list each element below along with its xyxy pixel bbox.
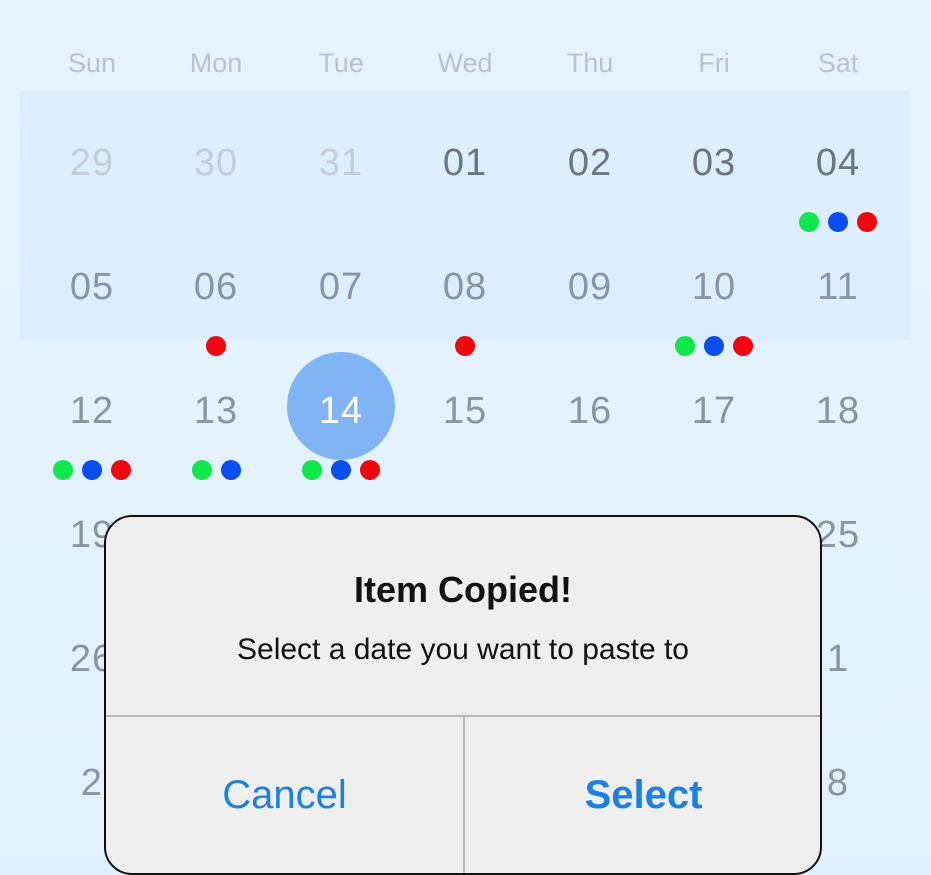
event-dot-blue [331, 460, 351, 480]
day-number: 06 [193, 266, 239, 308]
day-number: 29 [69, 142, 115, 184]
weekday-mon: Mon [189, 48, 243, 78]
day-number: 03 [691, 142, 737, 184]
weekday-header: Sun Mon Tue Wed Thu Fri Sat [0, 48, 931, 92]
day-cell[interactable]: 16 [528, 376, 652, 500]
day-number: 08 [442, 266, 488, 308]
cancel-button-label: Cancel [222, 773, 347, 817]
day-number: 02 [567, 142, 613, 184]
day-cell[interactable]: 15 [403, 376, 527, 500]
event-dot-green [675, 336, 695, 356]
day-number: 30 [193, 142, 239, 184]
weekday-wed: Wed [437, 48, 493, 78]
event-dot-red [455, 336, 475, 356]
event-dots [154, 460, 278, 482]
day-number: 18 [815, 390, 861, 432]
day-cell[interactable]: 09 [528, 252, 652, 376]
day-number: 04 [815, 142, 861, 184]
day-number: 07 [318, 266, 364, 308]
weekday-sat: Sat [817, 48, 859, 78]
day-cell[interactable]: 06 [154, 252, 278, 376]
weekday-fri: Fri [698, 48, 730, 78]
select-button[interactable]: Select [465, 717, 820, 873]
day-number: 13 [193, 390, 239, 432]
day-number: 10 [691, 266, 737, 308]
event-dot-blue [704, 336, 724, 356]
day-cell[interactable]: 31 [279, 128, 403, 252]
day-cell[interactable]: 02 [528, 128, 652, 252]
event-dots [403, 336, 527, 358]
day-number: 15 [442, 390, 488, 432]
day-cell[interactable]: 14 [279, 352, 403, 500]
weekday-sun: Sun [67, 48, 117, 78]
day-number: 12 [69, 390, 115, 432]
day-number: 16 [567, 390, 613, 432]
cancel-button[interactable]: Cancel [106, 717, 463, 873]
day-cell[interactable]: 13 [154, 376, 278, 500]
event-dot-blue [220, 460, 241, 480]
event-dot-blue [82, 460, 102, 480]
event-dots [776, 212, 900, 234]
day-number: 11 [817, 266, 859, 308]
day-cell[interactable]: 17 [652, 376, 776, 500]
day-cell[interactable]: 12 [30, 376, 154, 500]
event-dot-red [206, 336, 226, 356]
event-dot-green [302, 460, 322, 480]
day-cell[interactable]: 08 [403, 252, 527, 376]
day-cell[interactable]: 03 [652, 128, 776, 252]
day-number: 14 [318, 390, 364, 432]
event-dots [652, 336, 776, 358]
select-button-label: Select [584, 773, 703, 817]
event-dots [154, 336, 278, 358]
event-dot-green [53, 460, 73, 480]
calendar-week-row: 29 30 31 01 02 03 04 [0, 128, 931, 252]
calendar-week-row: 05 06 07 08 09 10 11 [0, 252, 931, 376]
day-number: 09 [567, 266, 613, 308]
day-cell[interactable]: 10 [652, 252, 776, 376]
event-dot-red [733, 336, 753, 356]
day-cell[interactable]: 04 [776, 128, 900, 252]
event-dot-green [799, 212, 819, 232]
calendar-week-row: 12 13 14 15 16 17 18 [0, 352, 931, 500]
event-dot-red [857, 212, 877, 232]
day-cell[interactable]: 29 [30, 128, 154, 252]
day-cell[interactable]: 01 [403, 128, 527, 252]
weekday-thu: Thu [566, 48, 614, 78]
day-number: 17 [691, 390, 737, 432]
day-cell[interactable]: 05 [30, 252, 154, 376]
event-dot-red [111, 460, 131, 480]
dialog-message: Select a date you want to paste to [237, 633, 689, 666]
day-number: 05 [69, 266, 115, 308]
day-number: 01 [442, 142, 488, 184]
day-cell[interactable]: 18 [776, 376, 900, 500]
event-dots [30, 460, 154, 482]
event-dot-blue [828, 212, 848, 232]
event-dot-green [191, 460, 212, 480]
dialog-title: Item Copied! [353, 569, 572, 610]
day-cell[interactable]: 11 [776, 252, 900, 376]
event-dot-red [360, 460, 380, 480]
day-cell[interactable]: 30 [154, 128, 278, 252]
event-dots [279, 460, 403, 482]
day-number: 31 [318, 142, 364, 184]
weekday-tue: Tue [318, 48, 364, 78]
item-copied-dialog: Item Copied! Select a date you want to p… [104, 515, 822, 875]
